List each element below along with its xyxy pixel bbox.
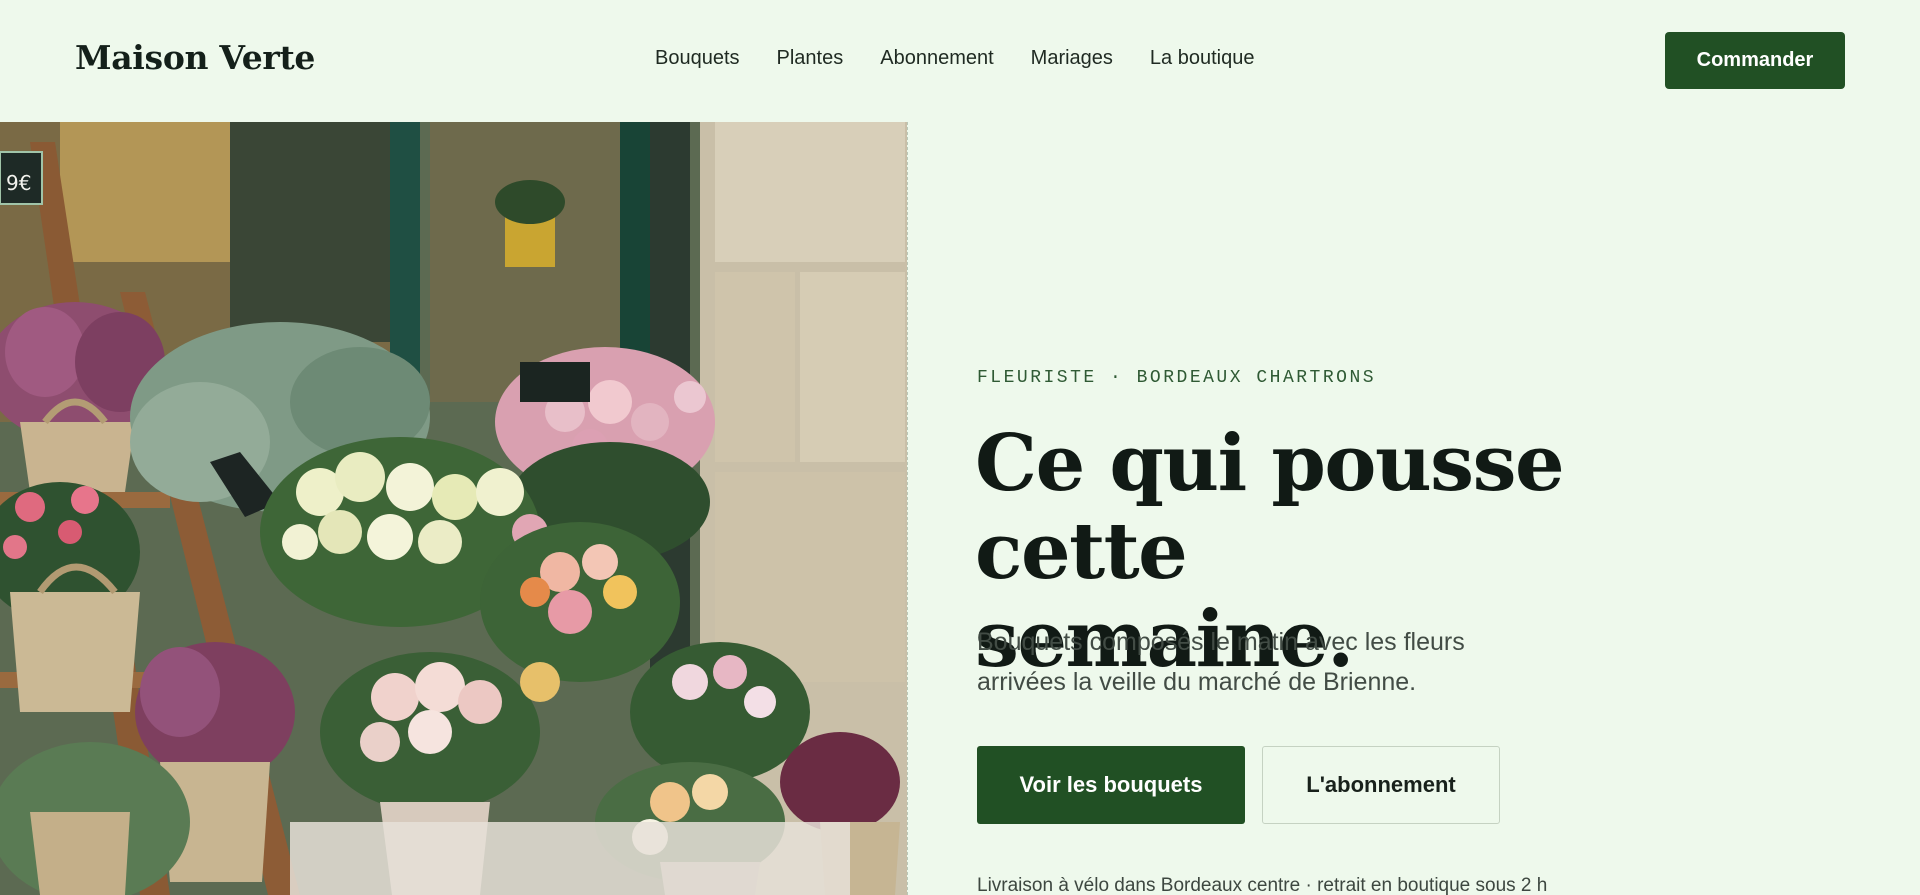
- main-nav: Bouquets Plantes Abonnement Mariages La …: [655, 47, 1254, 70]
- hero-eyebrow: FLEURISTE · BORDEAUX CHARTRONS: [977, 368, 1377, 388]
- brand-logo[interactable]: Maison Verte: [75, 38, 315, 77]
- view-bouquets-button[interactable]: Voir les bouquets: [977, 746, 1245, 824]
- hero-description-line1: Bouquets composés le matin avec les fleu…: [977, 628, 1465, 656]
- hero-headline-line1: Ce qui pousse cette: [975, 418, 1565, 597]
- subscription-button[interactable]: L'abonnement: [1262, 746, 1500, 824]
- hero-description: Bouquets composés le matin avec les fleu…: [977, 622, 1537, 702]
- nav-bouquets[interactable]: Bouquets: [655, 47, 740, 70]
- hero-description-line2: arrivées la veille du marché de Brienne.: [977, 668, 1417, 696]
- nav-mariages[interactable]: Mariages: [1031, 47, 1113, 70]
- order-button[interactable]: Commander: [1665, 32, 1845, 89]
- hero-image: 9€: [0, 122, 908, 895]
- nav-la-boutique[interactable]: La boutique: [1150, 47, 1255, 70]
- site-header: Maison Verte Bouquets Plantes Abonnement…: [0, 0, 1920, 122]
- flower-shop-illustration: 9€: [0, 122, 907, 895]
- nav-abonnement[interactable]: Abonnement: [880, 47, 993, 70]
- price-tag-text: 9€: [6, 171, 31, 195]
- page: Maison Verte Bouquets Plantes Abonnement…: [0, 0, 1920, 895]
- delivery-note: Livraison à vélo dans Bordeaux centre · …: [977, 875, 1548, 895]
- nav-plantes[interactable]: Plantes: [777, 47, 844, 70]
- hero-cta-row: Voir les bouquets L'abonnement: [977, 746, 1500, 824]
